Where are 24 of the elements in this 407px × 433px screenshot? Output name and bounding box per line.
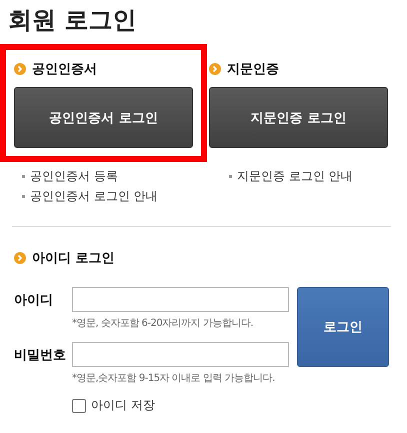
section-heading: 공인인증서: [32, 61, 97, 78]
checkbox-label: 아이디 저장: [91, 397, 155, 414]
arrow-bullet-icon: [14, 63, 26, 75]
field-label: 비밀번호: [14, 346, 67, 364]
square-bullet-icon: [229, 174, 232, 178]
password-field[interactable]: [72, 342, 289, 367]
id-field[interactable]: [72, 287, 289, 312]
arrow-bullet-icon: [14, 252, 26, 264]
section-heading: 지문인증: [227, 61, 279, 78]
field-hint: *영문,숫자포함 9-15자 이내로 입력 가능합니다.: [72, 372, 276, 386]
square-bullet-icon: [22, 194, 25, 198]
help-link[interactable]: 공인인증서 로그인 안내: [30, 188, 158, 204]
remember-checkbox[interactable]: [72, 398, 86, 412]
field-label: 아이디: [14, 292, 54, 308]
page-title: 회원 로그인: [7, 5, 138, 36]
section-heading: 아이디 로그인: [32, 250, 115, 267]
arrow-bullet-icon: [209, 63, 221, 75]
help-link[interactable]: 지문인증 로그인 안내: [237, 168, 353, 184]
field-hint: *영문, 숫자포함 6-20자리까지 가능합니다.: [72, 317, 254, 331]
login-button[interactable]: 로그인: [297, 287, 389, 367]
cert-login-button[interactable]: 지문인증 로그인: [209, 87, 388, 148]
square-bullet-icon: [22, 174, 25, 178]
cert-login-button[interactable]: 공인인증서 로그인: [14, 87, 193, 148]
help-link[interactable]: 공인인증서 등록: [30, 168, 118, 184]
